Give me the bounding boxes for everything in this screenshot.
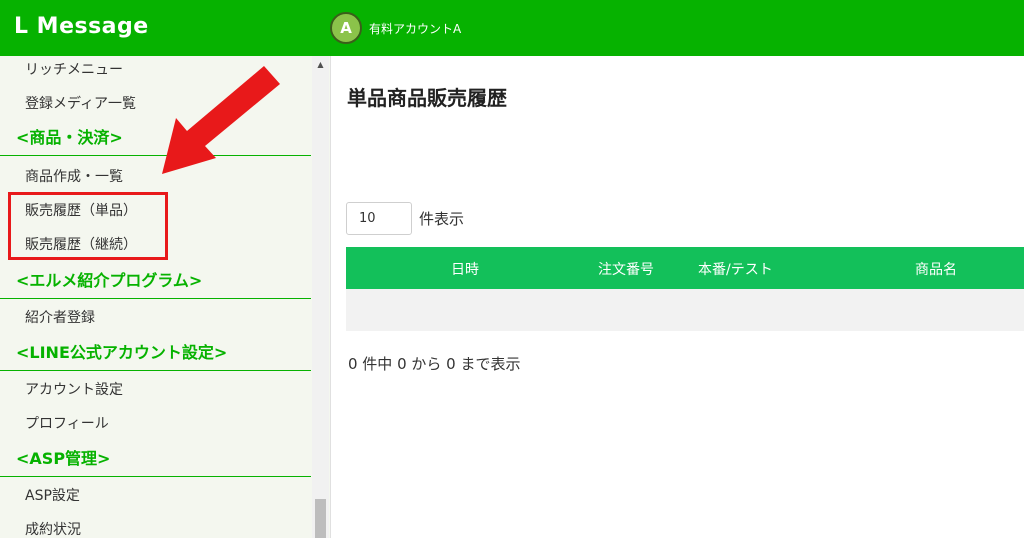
page-title: 単品商品販売履歴: [347, 86, 507, 110]
account-name: 有料アカウントA: [369, 21, 462, 36]
sidebar-section-label: <エルメ紹介プログラム>: [16, 271, 203, 290]
sidebar-item-label: アカウント設定: [25, 382, 123, 398]
highlight-box: [8, 192, 168, 260]
sidebar-section-line-settings: <LINE公式アカウント設定>: [0, 336, 311, 371]
sidebar-item-asp-settings[interactable]: ASP設定: [0, 479, 311, 513]
sidebar-section-label: <ASP管理>: [16, 449, 111, 468]
column-header-mode[interactable]: 本番/テスト: [698, 259, 773, 279]
sidebar-item-label: リッチメニュー: [25, 62, 123, 78]
sidebar-section-label: <LINE公式アカウント設定>: [16, 343, 228, 362]
sidebar-item-label: 成約状況: [25, 522, 81, 538]
sidebar-item-label: 登録メディア一覧: [25, 96, 137, 112]
sidebar-item-label: 商品作成・一覧: [25, 169, 123, 185]
sidebar-item-referrer-register[interactable]: 紹介者登録: [0, 301, 311, 335]
table-header: 日時 注文番号 本番/テスト 商品名: [346, 247, 1024, 289]
scrollbar-thumb[interactable]: [315, 499, 326, 538]
sidebar-scrollbar[interactable]: ▲: [312, 56, 329, 538]
triangle-up-icon[interactable]: ▲: [312, 56, 329, 73]
sidebar-item-contract-status[interactable]: 成約状況: [0, 513, 311, 538]
app-logo[interactable]: L Message: [14, 14, 149, 39]
table-empty-row: [346, 289, 1024, 331]
column-header-product-name[interactable]: 商品名: [915, 259, 957, 279]
sidebar-section-asp: <ASP管理>: [0, 442, 311, 477]
column-header-order-number[interactable]: 注文番号: [598, 259, 654, 279]
table-info: 0 件中 0 から 0 まで表示: [348, 355, 521, 373]
page-length-select[interactable]: 10: [346, 202, 412, 235]
sidebar-item-profile[interactable]: プロフィール: [0, 407, 311, 441]
account-switcher[interactable]: A 有料アカウントA: [330, 11, 461, 45]
column-header-datetime[interactable]: 日時: [451, 259, 479, 279]
main-content: 単品商品販売履歴 10 件表示 日時 注文番号 本番/テスト 商品名 0 件中 …: [331, 56, 1024, 538]
sidebar-section-label: <商品・決済>: [16, 128, 123, 147]
sidebar-section-referral: <エルメ紹介プログラム>: [0, 264, 311, 299]
sidebar-item-label: ASP設定: [25, 488, 80, 504]
account-avatar: A: [330, 12, 362, 44]
page-length-label: 件表示: [419, 210, 465, 228]
sidebar-item-label: プロフィール: [25, 416, 109, 432]
sidebar-item-label: 紹介者登録: [25, 310, 95, 326]
top-header: L Message A 有料アカウントA: [0, 0, 1024, 56]
red-arrow-icon: [162, 66, 280, 174]
page-length-control: 10 件表示: [346, 202, 464, 235]
sidebar-item-account-settings[interactable]: アカウント設定: [0, 373, 311, 407]
